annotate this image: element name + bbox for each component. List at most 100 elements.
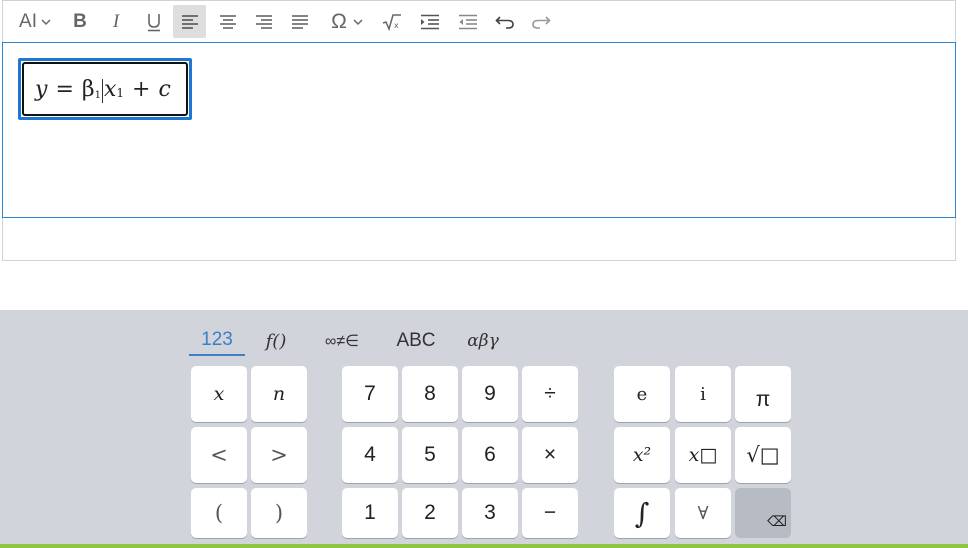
key-label: 9 (484, 382, 496, 405)
key-label: 1 (364, 501, 376, 524)
font-size-icon: AI (19, 10, 37, 32)
tab-abc[interactable]: ABC (392, 326, 440, 356)
key-less-than[interactable]: < (191, 427, 247, 483)
key-label: 6 (484, 443, 496, 466)
key-n[interactable]: n (251, 366, 307, 422)
key-8[interactable]: 8 (402, 366, 458, 422)
key-x-squared[interactable]: x² (614, 427, 670, 483)
key-label: ÷ (544, 382, 556, 405)
key-label: n (272, 383, 286, 405)
key-4[interactable]: 4 (342, 427, 398, 483)
key-label: − (543, 501, 557, 524)
key-label: > (270, 443, 288, 467)
key-label: 7 (364, 382, 376, 405)
chevron-down-icon (41, 18, 51, 25)
key-label: 5 (424, 443, 436, 466)
align-left-icon (181, 14, 198, 29)
align-center-button[interactable] (211, 5, 244, 38)
align-left-button[interactable] (173, 5, 206, 38)
bold-icon: B (73, 10, 87, 32)
key-label: x□ (688, 444, 718, 466)
key-6[interactable]: 6 (462, 427, 518, 483)
indent-button[interactable] (415, 5, 445, 38)
editor-area[interactable]: y = β 1 x 1 + c (2, 42, 956, 218)
redo-icon (532, 15, 551, 29)
key-7[interactable]: 7 (342, 366, 398, 422)
tab-greek[interactable]: αβγ (462, 326, 504, 356)
math-field[interactable]: y = β 1 x 1 + c (18, 58, 192, 120)
key-divide[interactable]: ÷ (522, 366, 578, 422)
font-size-button[interactable]: AI (13, 5, 57, 38)
outdent-button[interactable] (453, 5, 483, 38)
italic-button[interactable]: I (103, 5, 129, 38)
key-integral[interactable]: ∫ (614, 488, 670, 538)
key-label: 4 (364, 443, 376, 466)
key-i[interactable]: i (675, 366, 731, 422)
key-label: e (636, 383, 648, 405)
align-right-icon (255, 14, 272, 29)
svg-text:x: x (394, 21, 399, 30)
underline-button[interactable] (141, 5, 167, 38)
undo-button[interactable] (491, 5, 519, 38)
equation-beta: β (81, 76, 95, 102)
key-3[interactable]: 3 (462, 488, 518, 538)
tab-operators[interactable]: ∞≠∈ (316, 326, 368, 356)
special-char-button[interactable]: Ω (323, 5, 371, 38)
tab-123-label: 123 (201, 329, 233, 350)
key-label: √□ (746, 443, 780, 467)
key-open-paren[interactable]: ( (191, 488, 247, 538)
indent-icon (421, 14, 439, 29)
equation-y: y (35, 76, 48, 102)
key-label: 8 (424, 382, 436, 405)
key-greater-than[interactable]: > (251, 427, 307, 483)
key-x[interactable]: x (191, 366, 247, 422)
tab-functions[interactable]: f() (256, 326, 296, 356)
key-9[interactable]: 9 (462, 366, 518, 422)
equation-x: x (103, 76, 117, 102)
align-center-icon (219, 14, 236, 29)
key-label: ∫ (634, 496, 650, 530)
equation-c: c (158, 76, 171, 102)
equation: y = β 1 x 1 + c (22, 62, 188, 116)
backspace-icon: ⌫ (767, 512, 787, 529)
key-label: 2 (424, 501, 436, 524)
key-label: x² (632, 444, 652, 466)
tab-abc-label: ABC (396, 330, 436, 351)
key-label: i (700, 383, 706, 405)
key-for-all[interactable]: ∀ (675, 488, 731, 538)
key-2[interactable]: 2 (402, 488, 458, 538)
key-x-power[interactable]: x□ (675, 427, 731, 483)
key-e[interactable]: e (614, 366, 670, 422)
tab-functions-label: f() (265, 330, 287, 352)
editor-toolbar: AI B I Ω x (2, 0, 956, 42)
omega-icon: Ω (331, 9, 347, 33)
tab-123[interactable]: 123 (189, 326, 245, 356)
key-label: ∀ (697, 502, 709, 524)
tab-operators-label: ∞≠∈ (324, 333, 360, 350)
virtual-math-keyboard: 123 f() ∞≠∈ ABC αβγ x n 7 8 9 ÷ e i π < … (0, 310, 968, 548)
key-5[interactable]: 5 (402, 427, 458, 483)
key-square-root[interactable]: √□ (735, 427, 791, 483)
justify-icon (291, 14, 308, 29)
key-label: < (210, 443, 228, 467)
align-right-button[interactable] (247, 5, 280, 38)
key-pi[interactable]: π (735, 366, 791, 422)
justify-button[interactable] (283, 5, 316, 38)
key-close-paren[interactable]: ) (251, 488, 307, 538)
key-1[interactable]: 1 (342, 488, 398, 538)
key-label: x (213, 383, 225, 405)
key-backspace[interactable]: ⌫ (735, 488, 791, 538)
equation-equals: = (55, 76, 74, 102)
key-label: 3 (484, 501, 496, 524)
key-minus[interactable]: − (522, 488, 578, 538)
key-label: ( (214, 501, 224, 525)
key-label: π (755, 388, 771, 411)
text-caret (101, 79, 103, 103)
equation-button[interactable]: x (379, 5, 405, 38)
tab-greek-label: αβγ (467, 331, 499, 351)
redo-button[interactable] (527, 5, 555, 38)
bold-button[interactable]: B (67, 5, 93, 38)
editor-status-bar (2, 218, 956, 261)
key-multiply[interactable]: × (522, 427, 578, 483)
underline-icon (148, 13, 160, 31)
